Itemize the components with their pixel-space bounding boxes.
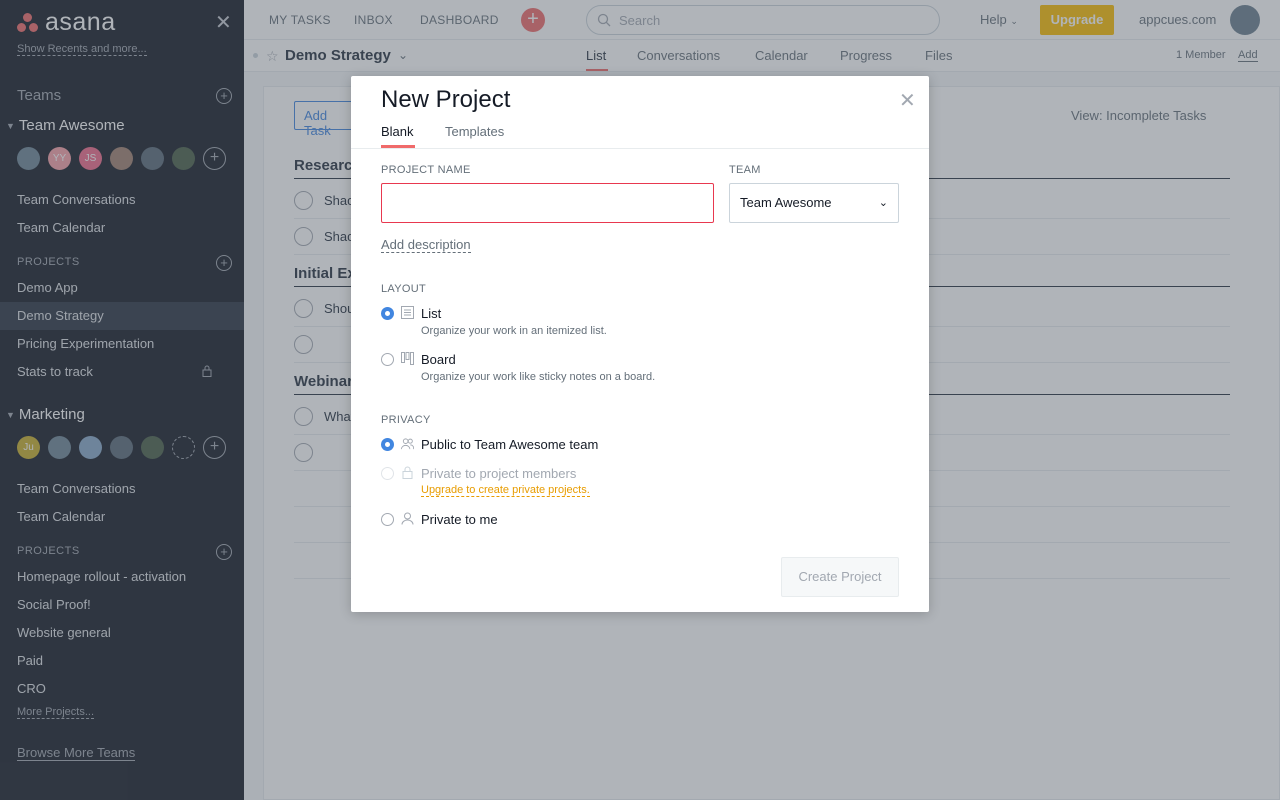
team-select-value: Team Awesome: [740, 195, 832, 210]
new-project-modal: New Project ✕ Blank Templates PROJECT NA…: [351, 76, 929, 612]
close-icon[interactable]: ✕: [899, 88, 916, 113]
privacy-me-label[interactable]: Private to me: [421, 512, 498, 527]
layout-list-radio[interactable]: [381, 307, 394, 320]
add-description-link[interactable]: Add description: [381, 237, 471, 253]
layout-board-desc: Organize your work like sticky notes on …: [421, 371, 656, 383]
layout-board-radio[interactable]: [381, 353, 394, 366]
modal-title: New Project: [381, 86, 511, 113]
privacy-me-radio[interactable]: [381, 513, 394, 526]
team-label: TEAM: [729, 164, 761, 176]
layout-label: LAYOUT: [381, 283, 426, 295]
layout-list-desc: Organize your work in an itemized list.: [421, 325, 607, 337]
divider: [351, 148, 929, 149]
lock-icon: [402, 466, 413, 479]
tab-templates[interactable]: Templates: [445, 124, 504, 139]
team-select[interactable]: Team Awesome ⌄: [729, 183, 899, 223]
list-icon: [401, 306, 414, 319]
project-name-label: PROJECT NAME: [381, 164, 471, 176]
privacy-public-radio[interactable]: [381, 438, 394, 451]
person-icon: [401, 512, 414, 525]
layout-list-label[interactable]: List: [421, 306, 441, 321]
team-icon: [401, 438, 414, 450]
upgrade-private-link[interactable]: Upgrade to create private projects.: [421, 484, 590, 497]
privacy-members-label: Private to project members: [421, 466, 577, 481]
board-icon: [401, 352, 414, 365]
privacy-public-label[interactable]: Public to Team Awesome team: [421, 437, 598, 452]
project-name-input[interactable]: [381, 183, 714, 223]
chevron-down-icon: ⌄: [878, 197, 888, 209]
tab-blank[interactable]: Blank: [381, 124, 414, 139]
privacy-members-radio: [381, 467, 394, 480]
create-project-button[interactable]: Create Project: [781, 557, 899, 597]
privacy-label: PRIVACY: [381, 414, 431, 426]
layout-board-label[interactable]: Board: [421, 352, 456, 367]
